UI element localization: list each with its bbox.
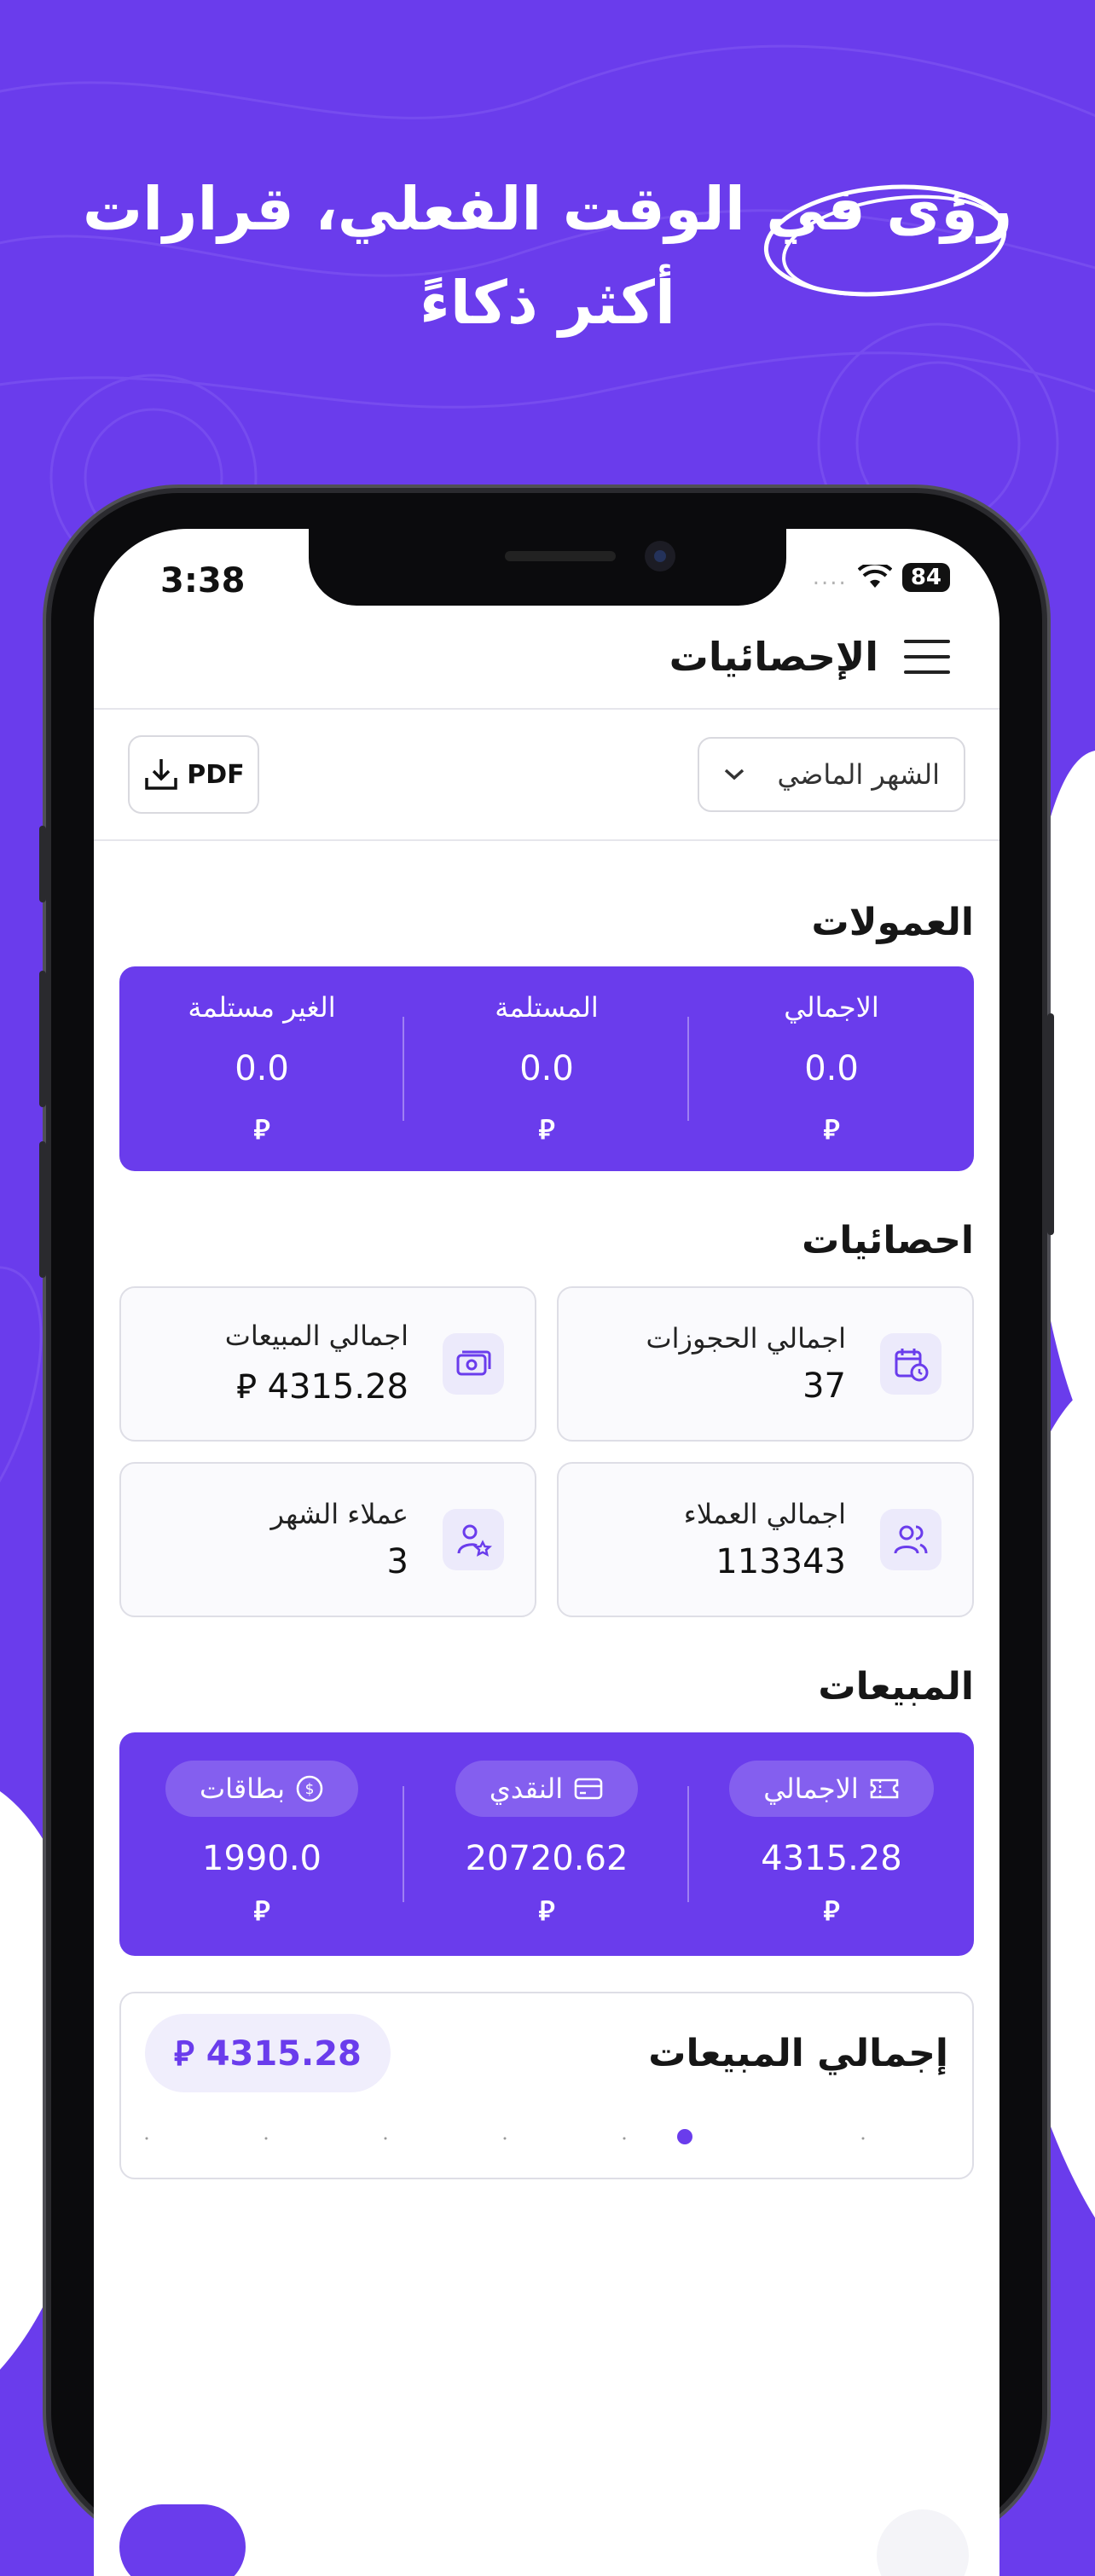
sales-total-label: الاجمالي	[763, 1772, 859, 1805]
ticket-icon	[870, 1778, 899, 1799]
dollar-circle-icon: $	[296, 1775, 323, 1802]
statistics-title: احصائيات	[802, 1219, 974, 1262]
sales-total-chip[interactable]: الاجمالي	[729, 1761, 934, 1817]
pdf-label: PDF	[187, 759, 245, 790]
notch	[309, 529, 786, 606]
floating-action-button[interactable]	[119, 2504, 246, 2576]
riyal-icon: ⃁	[538, 1113, 555, 1146]
chart-tick	[145, 2137, 148, 2140]
riyal-icon: ⃁	[253, 1894, 270, 1927]
stat-label: اجمالي الحجوزات	[646, 1322, 846, 1355]
stat-value: 113343	[716, 1542, 846, 1581]
sales-cash: النقدي 20720.62 ⃁	[404, 1761, 689, 1928]
filter-bar: الشهر الماضي PDF	[94, 710, 999, 841]
chart-tick	[384, 2137, 387, 2140]
commission-received-label: المستلمة	[495, 991, 599, 1024]
svg-text:$: $	[305, 1781, 315, 1798]
chart-tick	[264, 2137, 268, 2140]
stat-value: 4315.28 ⃁	[236, 1367, 408, 1407]
phone-screen: 3:38 .... 84 الإحصائيات الشهر الماضي PDF…	[94, 529, 999, 2576]
commission-unreceived-label: الغير مستلمة	[188, 991, 336, 1024]
camera-icon	[645, 541, 675, 571]
page-title: الإحصائيات	[669, 634, 878, 680]
commission-unreceived: الغير مستلمة 0.0 ⃁	[119, 991, 404, 1146]
sales-cash-chip[interactable]: النقدي	[455, 1761, 639, 1817]
sales-cash-value: 20720.62	[465, 1839, 629, 1878]
stat-card-month-customers[interactable]: عملاء الشهر 3	[119, 1462, 536, 1617]
stat-card-sales[interactable]: اجمالي المبيعات 4315.28 ⃁	[119, 1286, 536, 1442]
commission-total-label: الاجمالي	[784, 991, 879, 1024]
commission-total-value: 0.0	[804, 1049, 859, 1088]
hamburger-menu-icon[interactable]	[904, 640, 950, 674]
sales-chart-total: 4315.28 ⃁	[145, 2014, 391, 2092]
download-icon	[145, 759, 178, 790]
period-selected-value: الشهر الماضي	[777, 758, 941, 791]
scribble-circle-icon	[763, 184, 1007, 297]
riyal-icon: ⃁	[823, 1894, 840, 1927]
chevron-down-icon	[724, 769, 744, 780]
sales-total: الاجمالي 4315.28 ⃁	[689, 1761, 974, 1928]
commission-received: المستلمة 0.0 ⃁	[404, 991, 689, 1146]
chart-point	[677, 2129, 692, 2144]
sales-chart-card: إجمالي المبيعات 4315.28 ⃁	[119, 1992, 974, 2179]
power-button	[1047, 1013, 1054, 1235]
sales-chart-title: إجمالي المبيعات	[648, 2031, 948, 2075]
side-button	[39, 826, 46, 902]
period-select[interactable]: الشهر الماضي	[698, 737, 965, 812]
sales-mini-chart	[145, 2129, 865, 2144]
stat-label: اجمالي العملاء	[683, 1498, 846, 1530]
commission-unreceived-value: 0.0	[235, 1049, 289, 1088]
commissions-title: العمولات	[811, 901, 974, 944]
volume-down-button	[39, 1141, 46, 1278]
speaker	[505, 551, 616, 561]
commission-total: الاجمالي 0.0 ⃁	[689, 991, 974, 1146]
phone-frame: 3:38 .... 84 الإحصائيات الشهر الماضي PDF…	[39, 493, 1054, 2576]
status-time: 3:38	[160, 561, 246, 600]
riyal-icon: ⃁	[538, 1894, 555, 1927]
volume-up-button	[39, 971, 46, 1107]
sales-card: الاجمالي 4315.28 ⃁ النقدي 20720.62 ⃁ $	[119, 1732, 974, 1956]
cash-icon	[443, 1333, 504, 1395]
sales-cash-label: النقدي	[489, 1772, 564, 1805]
sales-cards-value: 1990.0	[202, 1839, 322, 1878]
riyal-icon: ⃁	[253, 1113, 270, 1146]
chart-tick	[861, 2137, 865, 2140]
stat-value: 37	[802, 1366, 846, 1406]
sales-cards-chip[interactable]: $ بطاقات	[165, 1761, 359, 1817]
commission-received-value: 0.0	[519, 1049, 574, 1088]
sales-cards: $ بطاقات 1990.0 ⃁	[119, 1761, 404, 1928]
wifi-icon	[857, 565, 892, 588]
riyal-icon: ⃁	[823, 1113, 840, 1146]
sales-title: المبيعات	[818, 1665, 974, 1709]
stat-label: اجمالي المبيعات	[224, 1320, 408, 1352]
stat-card-bookings[interactable]: اجمالي الحجوزات 37	[557, 1286, 974, 1442]
sales-cards-label: بطاقات	[199, 1772, 286, 1805]
users-icon	[880, 1509, 941, 1570]
pdf-export-button[interactable]: PDF	[128, 735, 259, 814]
statistics-grid: اجمالي الحجوزات 37 اجمالي المبيعات 4315.…	[119, 1286, 974, 1617]
statistics-app: الإحصائيات الشهر الماضي PDF العمولات الا…	[94, 606, 999, 2179]
status-icons: .... 84	[813, 563, 950, 592]
stat-value: 3	[386, 1542, 408, 1581]
battery-indicator: 84	[901, 563, 950, 592]
calendar-clock-icon	[880, 1333, 941, 1395]
sales-total-value: 4315.28	[761, 1839, 902, 1878]
app-header: الإحصائيات	[94, 606, 999, 710]
signal-icon: ....	[812, 565, 848, 590]
chart-tick	[503, 2137, 507, 2140]
stat-card-customers[interactable]: اجمالي العملاء 113343	[557, 1462, 974, 1617]
user-star-icon	[443, 1509, 504, 1570]
commissions-card: الاجمالي 0.0 ⃁ المستلمة 0.0 ⃁ الغير مستل…	[119, 966, 974, 1171]
chart-tick	[623, 2137, 626, 2140]
stat-label: عملاء الشهر	[270, 1498, 409, 1530]
card-icon	[574, 1778, 603, 1800]
